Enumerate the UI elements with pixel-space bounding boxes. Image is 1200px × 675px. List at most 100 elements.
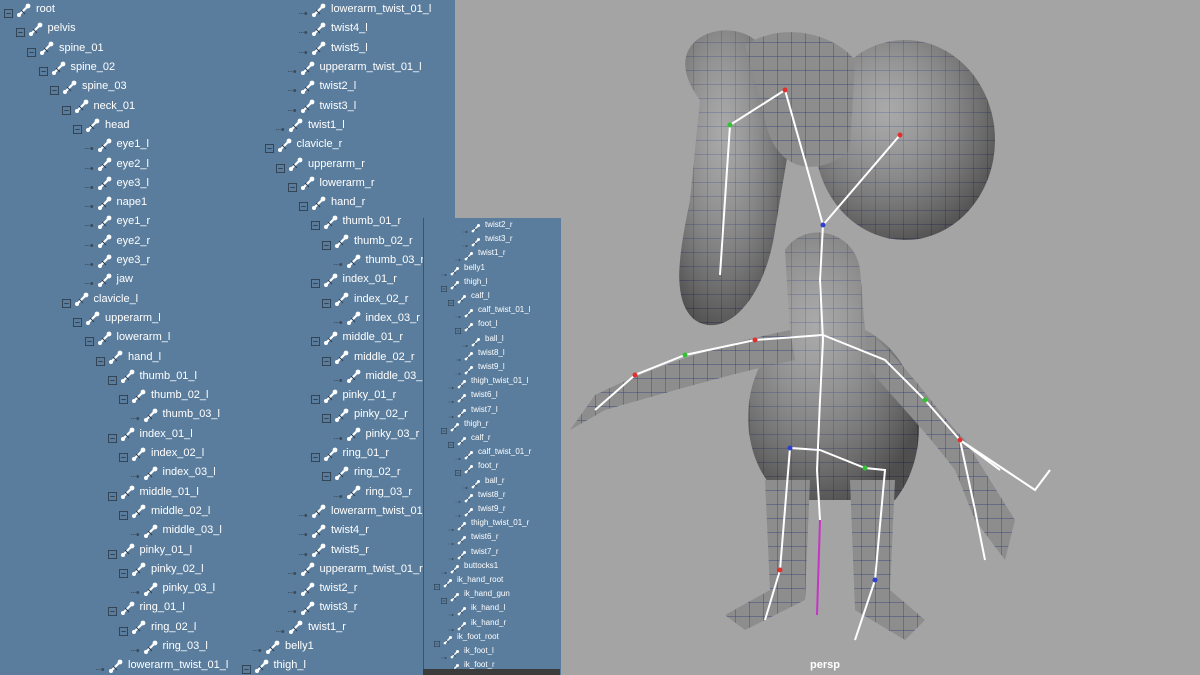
outliner-panel-secondary[interactable]: twist2_r twist3_r twist1_r belly1 thigh_l cal… (423, 218, 561, 675)
outliner-row-twist8-r[interactable]: twist8_r (424, 488, 561, 503)
collapse-icon[interactable] (107, 488, 117, 501)
outliner-row-twist2-l[interactable]: twist2_l (240, 77, 455, 96)
collapse-icon[interactable] (322, 237, 331, 250)
collapse-icon[interactable] (27, 44, 36, 57)
outliner-row-lowerarm-twist-01-l[interactable]: lowerarm_twist_01_l (0, 656, 235, 675)
outliner-row-ball-r[interactable]: ball_r (424, 474, 561, 489)
outliner-row-thigh-r[interactable]: thigh_r (424, 417, 561, 434)
outliner-row-pinky-03-l[interactable]: pinky_03_l (0, 579, 235, 598)
collapse-icon[interactable] (441, 591, 447, 605)
outliner-row-calf-twist-01-l[interactable]: calf_twist_01_l (424, 303, 561, 319)
outliner-row-twist6-r[interactable]: twist6_r (424, 530, 561, 546)
outliner-row-jaw[interactable]: jaw (0, 270, 235, 289)
outliner-row-middle-03-l[interactable]: middle_03_l (0, 521, 235, 540)
collapse-icon[interactable] (119, 565, 128, 578)
collapse-icon[interactable] (287, 179, 297, 192)
collapse-icon[interactable] (455, 463, 461, 477)
outliner-row-eye1-r[interactable]: eye1_r (0, 212, 235, 231)
outliner-row-index-03-l[interactable]: index_03_l (0, 463, 235, 482)
collapse-icon[interactable] (4, 5, 13, 19)
outliner-row-twist8-l[interactable]: twist8_l (424, 346, 561, 361)
collapse-icon[interactable] (310, 217, 320, 231)
collapse-icon[interactable] (107, 546, 117, 559)
outliner-row-twist4-l[interactable]: twist4_l (240, 19, 455, 38)
outliner-row-twist1-l[interactable]: twist1_l (240, 116, 455, 135)
collapse-icon[interactable] (441, 279, 447, 292)
outliner-row-calf-r[interactable]: calf_r (424, 431, 561, 449)
outliner-row-ring-01-l[interactable]: ring_01_l (0, 598, 235, 617)
collapse-icon[interactable] (73, 314, 82, 327)
outliner-row-ik-hand-l[interactable]: ik_hand_l (424, 601, 561, 617)
outliner-row-twist9-l[interactable]: twist9_l (424, 360, 561, 376)
outliner-row-twist2-r[interactable]: twist2_r (424, 218, 561, 234)
collapse-icon[interactable] (448, 293, 454, 307)
outliner-row-pinky-01-l[interactable]: pinky_01_l (0, 540, 235, 559)
collapse-icon[interactable] (299, 198, 308, 212)
outliner-row-spine-03[interactable]: spine_03 (0, 77, 235, 96)
collapse-icon[interactable] (15, 24, 25, 38)
outliner-row-eye3-r[interactable]: eye3_r (0, 251, 235, 270)
outliner-row-root[interactable]: root (0, 0, 235, 19)
outliner-row-clavicle-l[interactable]: clavicle_l (0, 290, 235, 309)
collapse-icon[interactable] (119, 507, 128, 520)
outliner-row-eye1-l[interactable]: eye1_l (0, 135, 235, 154)
outliner-row-hand-l[interactable]: hand_l (0, 347, 235, 366)
outliner-row-thigh-twist-01-r[interactable]: thigh_twist_01_r (424, 516, 561, 532)
outliner-row-index-02-l[interactable]: index_02_l (0, 444, 235, 463)
outliner-row-ball-l[interactable]: ball_l (424, 332, 561, 347)
outliner-row-ik-foot-l[interactable]: ik_foot_l (424, 644, 561, 660)
collapse-icon[interactable] (310, 333, 320, 347)
collapse-icon[interactable] (441, 421, 447, 434)
outliner-row-calf-l[interactable]: calf_l (424, 289, 561, 307)
outliner-row-eye2-l[interactable]: eye2_l (0, 154, 235, 173)
collapse-icon[interactable] (322, 468, 331, 482)
outliner-row-twist1-r[interactable]: twist1_r (424, 246, 561, 262)
outliner-row-middle-02-l[interactable]: middle_02_l (0, 502, 235, 521)
collapse-icon[interactable] (73, 121, 82, 134)
collapse-icon[interactable] (434, 634, 440, 647)
outliner-row-eye2-r[interactable]: eye2_r (0, 232, 235, 251)
collapse-icon[interactable] (310, 275, 320, 289)
outliner-row-twist7-r[interactable]: twist7_r (424, 545, 561, 560)
collapse-icon[interactable] (50, 82, 59, 96)
outliner-row-spine-02[interactable]: spine_02 (0, 58, 235, 77)
outliner-row-thumb-03-l[interactable]: thumb_03_l (0, 405, 235, 424)
outliner-row-lowerarm-twist-01-l[interactable]: lowerarm_twist_01_l (240, 0, 455, 19)
outliner-row-twist6-l[interactable]: twist6_l (424, 388, 561, 404)
collapse-icon[interactable] (119, 449, 128, 463)
outliner-row-index-01-l[interactable]: index_01_l (0, 425, 235, 444)
outliner-panel-main[interactable]: root pelvis spine_01 spine_02 spine_03 neck_0… (0, 0, 455, 675)
outliner-row-ik-hand-root[interactable]: ik_hand_root (424, 573, 561, 591)
outliner-row-thigh-l[interactable]: thigh_l (424, 275, 561, 292)
outliner-row-head[interactable]: head (0, 116, 235, 135)
collapse-icon[interactable] (96, 353, 105, 366)
collapse-icon[interactable] (119, 623, 128, 636)
collapse-icon[interactable] (119, 391, 128, 405)
outliner-row-upperarm-twist-01-l[interactable]: upperarm_twist_01_l (240, 58, 455, 77)
collapse-icon[interactable] (107, 430, 117, 443)
outliner-row-hand-r[interactable]: hand_r (240, 193, 455, 212)
outliner-row-ik-foot-root[interactable]: ik_foot_root (424, 630, 561, 647)
outliner-row-nape1[interactable]: nape1 (0, 193, 235, 212)
outliner-row-upperarm-r[interactable]: upperarm_r (240, 154, 455, 173)
collapse-icon[interactable] (84, 333, 94, 347)
outliner-row-clavicle-r[interactable]: clavicle_r (240, 135, 455, 154)
outliner-row-twist3-l[interactable]: twist3_l (240, 97, 455, 116)
outliner-row-ring-03-l[interactable]: ring_03_l (0, 637, 235, 656)
viewport-canvas[interactable] (455, 0, 1200, 675)
collapse-icon[interactable] (322, 353, 331, 366)
outliner-row-foot-r[interactable]: foot_r (424, 459, 561, 477)
outliner-row-belly1[interactable]: belly1 (424, 261, 561, 276)
collapse-icon[interactable] (310, 391, 320, 405)
outliner-row-neck-01[interactable]: neck_01 (0, 97, 235, 116)
collapse-icon[interactable] (434, 577, 440, 591)
collapse-icon[interactable] (264, 140, 274, 154)
outliner-row-middle-01-l[interactable]: middle_01_l (0, 483, 235, 502)
outliner-row-thumb-02-l[interactable]: thumb_02_l (0, 386, 235, 405)
outliner-row-pinky-02-l[interactable]: pinky_02_l (0, 560, 235, 579)
collapse-icon[interactable] (322, 295, 331, 308)
outliner-row-ring-02-l[interactable]: ring_02_l (0, 618, 235, 637)
outliner-row-lowerarm-l[interactable]: lowerarm_l (0, 328, 235, 347)
outliner-row-upperarm-l[interactable]: upperarm_l (0, 309, 235, 328)
collapse-icon[interactable] (241, 661, 251, 675)
